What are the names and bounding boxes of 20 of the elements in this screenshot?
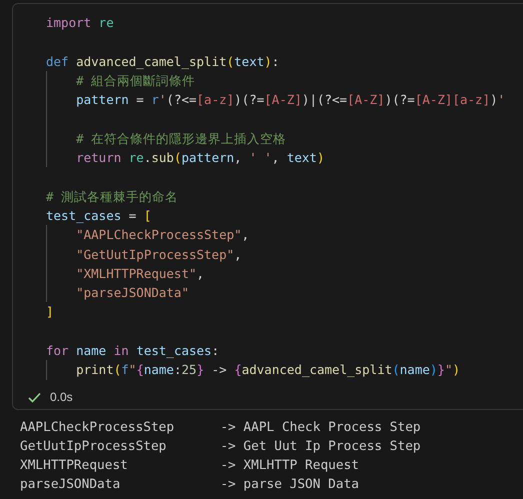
code-line: "GetUutIpProcessStep", bbox=[76, 246, 242, 264]
code-line: # 組合兩個斷詞條件 bbox=[76, 72, 196, 90]
output-line: AAPLCheckProcessStep -> AAPL Check Process Step bbox=[20, 420, 421, 435]
code-line: "AAPLCheckProcessStep", bbox=[76, 226, 250, 244]
code-line: return re.sub(pattern, ' ', text) bbox=[76, 149, 324, 168]
code-line: "XMLHTTPRequest", bbox=[76, 264, 204, 283]
duration-text: 0.0s bbox=[50, 390, 73, 404]
code-line: # 測試各種棘手的命名 bbox=[46, 188, 178, 206]
code-line: # 在符合條件的隱形邊界上插入空格 bbox=[76, 130, 286, 148]
output-line: GetUutIpProcessStep -> Get Uut Ip Process Step bbox=[20, 438, 421, 454]
code-line: for name in test_cases: bbox=[46, 342, 220, 360]
code-line: pattern = r'(?<=[a-z])(?=[A-Z])|(?<=[A-Z])(?=[A-Z][a-z])' bbox=[76, 91, 506, 110]
code-line: print(f"{name:25} -> {advanced_camel_split(name)}") bbox=[76, 361, 460, 380]
code-line: ] bbox=[46, 303, 54, 322]
output-line: parseJSONData -> parse JSON Data bbox=[20, 476, 359, 492]
code-line: import re bbox=[46, 14, 114, 32]
code-line: def advanced_camel_split(text): bbox=[46, 52, 280, 71]
output-line: XMLHTTPRequest -> XMLHTTP Request bbox=[20, 458, 359, 473]
code-line: test_cases = [ bbox=[46, 206, 152, 225]
code-line: "parseJSONData" bbox=[76, 284, 189, 302]
